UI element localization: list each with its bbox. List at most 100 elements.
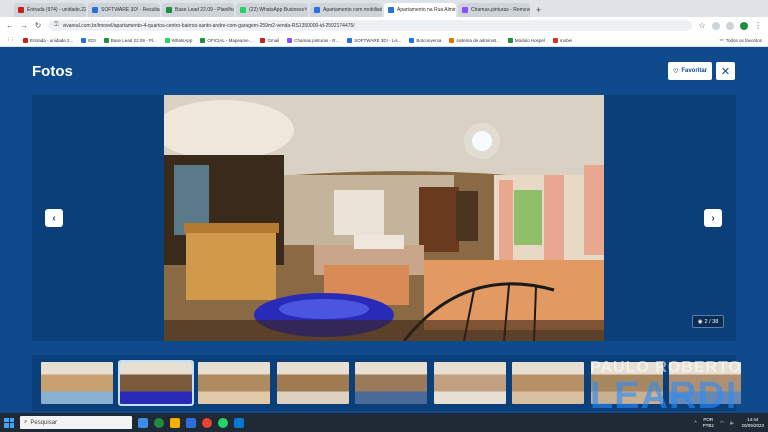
bookmark-favicon-icon bbox=[260, 37, 266, 43]
photo-thumbnail[interactable] bbox=[117, 360, 194, 406]
star-icon[interactable]: ☆ bbox=[698, 21, 706, 30]
tray-chevron-icon[interactable]: ^ bbox=[695, 420, 697, 425]
bookmark-label: Gmail bbox=[267, 37, 280, 43]
browser-tab[interactable]: Apartamento com mobiliado...× bbox=[310, 3, 382, 17]
windows-taskbar: ⌕ Pesquisar ^ POR PTB2 ◠ 🔈 14:44 20/09/2… bbox=[0, 413, 768, 432]
bookmark-favicon-icon bbox=[23, 37, 28, 43]
file-explorer-icon[interactable] bbox=[170, 417, 180, 428]
bookmark-label: mobei bbox=[559, 37, 573, 43]
tab-label: SOFTWARE 3D! - Resultado Fo... bbox=[101, 7, 160, 13]
photo-thumbnail[interactable] bbox=[41, 362, 113, 404]
tab-favicon-icon bbox=[18, 7, 24, 13]
volume-icon[interactable]: 🔈 bbox=[730, 420, 736, 426]
edge-icon[interactable] bbox=[154, 417, 164, 428]
photo-thumbnail[interactable] bbox=[433, 362, 506, 404]
tab-favicon-icon bbox=[166, 7, 172, 13]
page-title: Fotos bbox=[32, 63, 73, 80]
main-photo bbox=[164, 95, 604, 341]
tab-favicon-icon bbox=[314, 7, 320, 13]
tab-label: Apartamento com mobiliado... bbox=[323, 7, 382, 13]
url-text: vivareal.com.br/imovel/apartamento-4-qua… bbox=[62, 22, 355, 29]
photo-thumbnail[interactable] bbox=[276, 362, 349, 404]
search-icon: ⌕ bbox=[24, 419, 28, 425]
task-view-icon[interactable] bbox=[138, 417, 148, 428]
apps-grid-icon[interactable]: ⋮⋮ bbox=[6, 37, 15, 43]
photo-thumbnail[interactable] bbox=[198, 362, 270, 404]
extension-icon[interactable] bbox=[726, 21, 734, 30]
bookmark-favicon-icon bbox=[347, 37, 353, 43]
photo-gallery-modal: Fotos ♡ Favoritar ✕ ‹ › ◉ 2 / 38 PAULO R… bbox=[0, 47, 768, 417]
bookmark-favicon-icon bbox=[103, 37, 109, 43]
system-tray: ^ POR PTB2 ◠ 🔈 14:44 20/09/2023 bbox=[695, 417, 764, 428]
all-bookmarks-button[interactable]: ▭ Todos os favoritos bbox=[719, 37, 762, 43]
browser-tab[interactable]: Entrada (974) - unidade.22608@...× bbox=[14, 3, 86, 17]
heart-icon: ♡ bbox=[672, 68, 679, 75]
browser-tab[interactable]: SOFTWARE 3D! - Resultado Fo...× bbox=[88, 3, 160, 17]
bookmark-label: Entrada - unidade.2... bbox=[30, 37, 74, 43]
bookmark-item[interactable]: Módulo Hospel bbox=[507, 37, 545, 43]
whatsapp-icon[interactable] bbox=[218, 417, 228, 428]
clock-date: 20/09/2023 bbox=[741, 422, 764, 428]
bookmark-favicon-icon bbox=[164, 37, 170, 43]
favorite-button[interactable]: ♡ Favoritar bbox=[668, 62, 712, 80]
tab-label: (22) WhatsApp Business bbox=[249, 7, 305, 13]
tab-close-icon[interactable]: × bbox=[304, 7, 308, 13]
tab-label: Entrada (974) - unidade.22608@... bbox=[27, 7, 86, 13]
bookmark-item[interactable]: Base Lead 22.09 - Pl... bbox=[103, 37, 157, 43]
browser-tab[interactable]: Base Lead 22.09 - Planilhas G...× bbox=[162, 3, 234, 17]
tab-favicon-icon bbox=[462, 7, 468, 13]
bookmark-label: Módulo Hospel bbox=[514, 37, 545, 43]
profile-avatar[interactable] bbox=[740, 21, 748, 30]
tab-favicon-icon bbox=[240, 7, 246, 13]
wifi-icon[interactable]: ◠ bbox=[720, 420, 724, 426]
prev-photo-button[interactable]: ‹ bbox=[45, 209, 63, 227]
bookmark-item[interactable]: Entrada - unidade.2... bbox=[23, 37, 74, 43]
bookmark-label: Chamas.pinturas - R... bbox=[294, 37, 340, 43]
close-button[interactable]: ✕ bbox=[716, 62, 735, 80]
bookmark-item[interactable]: WhatsApp bbox=[164, 37, 193, 43]
extension-icon[interactable] bbox=[712, 21, 720, 30]
bookmark-item[interactable]: mobei bbox=[552, 37, 573, 43]
bookmark-item[interactable]: Chamas.pinturas - R... bbox=[287, 37, 340, 43]
back-icon[interactable]: ← bbox=[6, 21, 14, 30]
bookmark-label: Botconversa bbox=[416, 37, 442, 43]
photo-thumbnail[interactable] bbox=[355, 362, 427, 404]
store-icon[interactable] bbox=[186, 417, 196, 428]
bookmark-favicon-icon bbox=[507, 37, 513, 43]
camera-icon: ◉ bbox=[697, 318, 703, 325]
taskbar-search[interactable]: ⌕ Pesquisar bbox=[20, 416, 132, 429]
watermark-line2: LEARDI bbox=[590, 375, 738, 417]
browser-tab[interactable]: (22) WhatsApp Business × bbox=[236, 3, 308, 17]
outlook-icon[interactable] bbox=[234, 417, 244, 428]
bookmark-label: sistema de administ... bbox=[456, 37, 500, 43]
new-tab-button[interactable]: + bbox=[536, 3, 541, 17]
bookmark-item[interactable]: SOFTWARE 3D! - Lis... bbox=[347, 37, 401, 43]
bookmark-item[interactable]: sistema de administ... bbox=[449, 37, 500, 43]
reload-icon[interactable]: ↻ bbox=[34, 21, 42, 30]
watermark-line1: PAULO ROBERTO bbox=[590, 359, 742, 376]
tab-label: Apartamento na Rua Almirante... bbox=[397, 7, 456, 13]
bookmark-item[interactable]: Gmail bbox=[260, 37, 280, 43]
forward-icon[interactable]: → bbox=[20, 21, 28, 30]
lock-icon: ⚿ bbox=[54, 22, 59, 28]
bookmark-item[interactable]: Botconversa bbox=[409, 37, 442, 43]
browser-tab[interactable]: Chamas.pinturas - Remove.bg× bbox=[458, 3, 530, 17]
tab-label: Chamas.pinturas - Remove.bg bbox=[471, 7, 530, 13]
chrome-icon[interactable] bbox=[202, 417, 212, 428]
bookmark-item[interactable]: EDI bbox=[81, 37, 96, 43]
bookmark-item[interactable]: OFICIAL - Mapeame... bbox=[200, 37, 252, 43]
photo-thumbnail[interactable] bbox=[512, 362, 584, 404]
photo-counter: ◉ 2 / 38 bbox=[692, 315, 724, 328]
windows-start-icon[interactable] bbox=[4, 417, 14, 428]
bookmark-favicon-icon bbox=[449, 37, 455, 43]
folder-icon: ▭ bbox=[719, 37, 724, 42]
language-indicator[interactable]: POR PTB2 bbox=[703, 417, 714, 428]
url-field[interactable]: ⚿ vivareal.com.br/imovel/apartamento-4-q… bbox=[48, 20, 692, 31]
bookmark-label: WhatsApp bbox=[171, 37, 193, 43]
next-photo-button[interactable]: › bbox=[704, 209, 722, 227]
photo-counter-text: 2 / 38 bbox=[704, 318, 719, 325]
menu-icon[interactable]: ⋮ bbox=[754, 21, 762, 30]
browser-tab[interactable]: Apartamento na Rua Almirante...× bbox=[384, 3, 456, 17]
tab-label: Base Lead 22.09 - Planilhas G... bbox=[175, 7, 234, 13]
clock[interactable]: 14:44 20/09/2023 bbox=[741, 417, 764, 428]
